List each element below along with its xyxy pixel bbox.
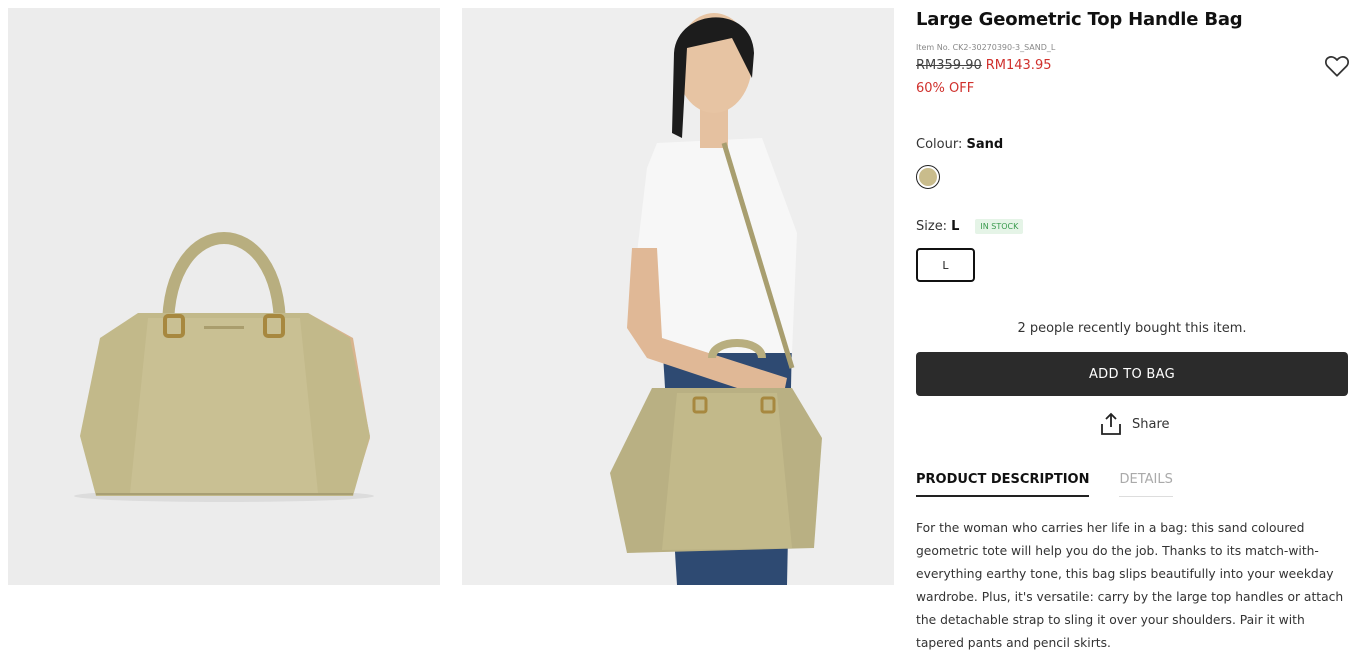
heart-icon: [1324, 56, 1350, 77]
model-photo: [462, 8, 894, 585]
size-row: Size: L IN STOCK: [916, 219, 1024, 234]
item-number: Item No. CK2-30270390-3_SAND_L: [916, 43, 1056, 52]
price-row: RM359.90 RM143.95: [916, 58, 1052, 73]
share-icon: [1101, 412, 1121, 435]
sale-price: RM143.95: [985, 58, 1052, 73]
colour-swatch-sand[interactable]: [916, 165, 940, 189]
product-image-model[interactable]: [462, 8, 894, 585]
tab-product-description[interactable]: PRODUCT DESCRIPTION: [916, 472, 1090, 497]
swatch-fill: [919, 168, 937, 186]
product-title: Large Geometric Top Handle Bag: [916, 9, 1243, 30]
add-to-bag-button[interactable]: ADD TO BAG: [916, 352, 1348, 396]
product-info-panel: Large Geometric Top Handle Bag Item No. …: [916, 0, 1350, 660]
colour-label: Colour:: [916, 137, 963, 152]
colour-value: Sand: [966, 137, 1004, 152]
product-image-main[interactable]: [8, 8, 440, 585]
product-page: Large Geometric Top Handle Bag Item No. …: [0, 0, 1359, 660]
recent-purchases-text: 2 people recently bought this item.: [1017, 321, 1247, 336]
size-label: Size:: [916, 219, 948, 234]
wishlist-button[interactable]: [1324, 53, 1350, 79]
stock-badge: IN STOCK: [975, 219, 1024, 234]
colour-row: Colour: Sand: [916, 137, 1003, 152]
product-tabs: PRODUCT DESCRIPTION DETAILS: [916, 472, 1173, 497]
original-price: RM359.90: [916, 58, 982, 73]
share-label: Share: [1132, 416, 1170, 432]
bag-photo: [8, 8, 440, 585]
size-value: L: [951, 219, 960, 234]
tab-details[interactable]: DETAILS: [1119, 472, 1173, 497]
product-description-text: For the woman who carries her life in a …: [916, 521, 1344, 650]
size-option-l[interactable]: L: [916, 248, 975, 282]
share-button[interactable]: Share: [1100, 412, 1170, 436]
discount-label: 60% OFF: [916, 81, 975, 96]
